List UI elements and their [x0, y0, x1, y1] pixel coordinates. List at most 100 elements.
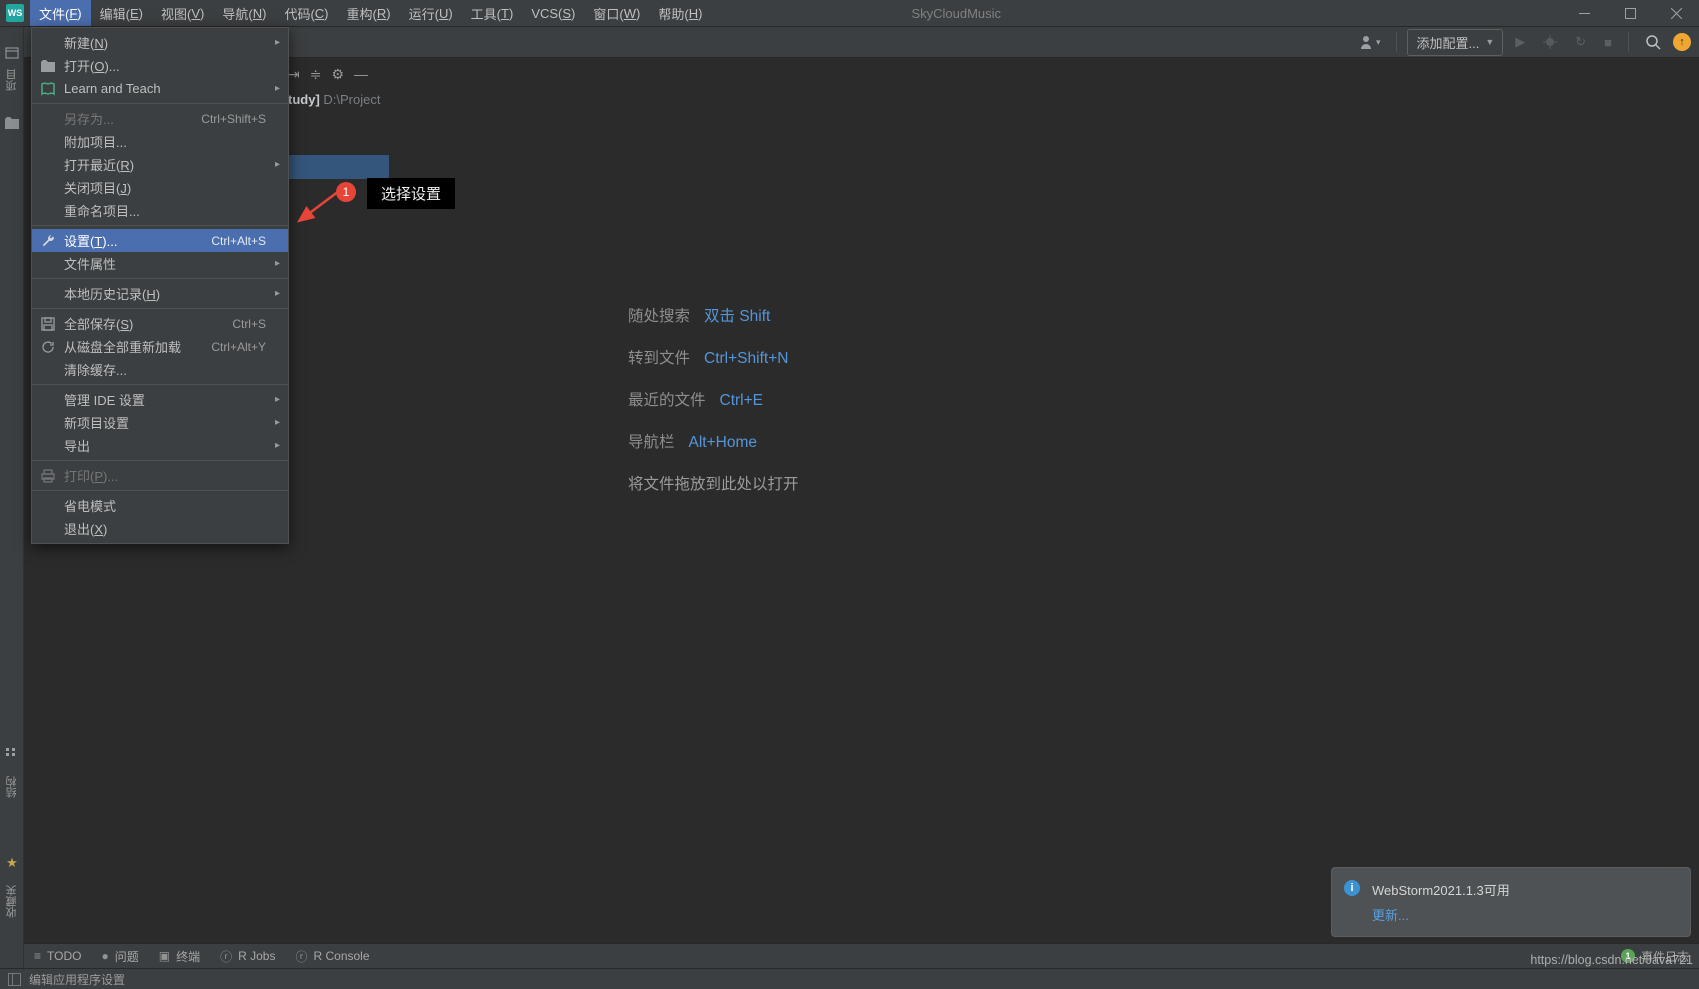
- favorites-tab-icon[interactable]: ★: [0, 851, 24, 875]
- toolwindow-quick-access-icon[interactable]: [8, 973, 21, 986]
- bottom-tab-todo[interactable]: ≡TODO: [34, 949, 81, 963]
- project-toolwindow-header: ⇥ ≑ ⚙ —: [288, 58, 391, 90]
- menu-item-另存为...[interactable]: 另存为...Ctrl+Shift+S: [32, 107, 288, 130]
- window-controls: [1561, 0, 1699, 26]
- menu-item-附加项目...[interactable]: 附加项目...: [32, 130, 288, 153]
- menu-separator: [32, 460, 288, 461]
- menu-item-退出[interactable]: 退出(X): [32, 517, 288, 540]
- menu-s[interactable]: VCS(S): [522, 0, 584, 26]
- wrench-icon: [40, 233, 56, 249]
- menu-separator: [32, 278, 288, 279]
- menu-item-打开[interactable]: 打开(O)...: [32, 54, 288, 77]
- bottom-tab-终端[interactable]: ▣终端: [159, 948, 200, 965]
- notification-update-link[interactable]: 更新...: [1372, 905, 1409, 924]
- tab-icon: ≡: [34, 949, 41, 963]
- update-notification[interactable]: i WebStorm2021.1.3可用 更新...: [1331, 867, 1691, 937]
- tab-icon: ▣: [159, 949, 170, 963]
- menu-e[interactable]: 编辑(E): [91, 0, 152, 26]
- annotation-label: 选择设置: [367, 178, 455, 209]
- left-tool-gutter: 项目 结构 ★ 收藏夹: [0, 27, 24, 968]
- close-button[interactable]: [1653, 0, 1699, 26]
- minimize-button[interactable]: [1561, 0, 1607, 26]
- welcome-drop-hint: 将文件拖放到此处以打开: [628, 464, 799, 506]
- menu-separator: [32, 308, 288, 309]
- menu-item-打开最近[interactable]: 打开最近(R)▸: [32, 153, 288, 176]
- menu-f[interactable]: 文件(F): [30, 0, 91, 26]
- menu-item-打印[interactable]: 打印(P)...: [32, 464, 288, 487]
- menu-item-从磁盘全部重新加载[interactable]: 从磁盘全部重新加载Ctrl+Alt+Y: [32, 335, 288, 358]
- run-button[interactable]: ▶: [1509, 32, 1531, 52]
- menu-item-导出[interactable]: 导出▸: [32, 434, 288, 457]
- menu-item-新建[interactable]: 新建(N)▸: [32, 31, 288, 54]
- run-config-selector[interactable]: 添加配置... ▼: [1407, 29, 1503, 56]
- menu-v[interactable]: 视图(V): [152, 0, 213, 26]
- annotation-number: 1: [336, 182, 356, 202]
- file-menu-dropdown: 新建(N)▸打开(O)...Learn and Teach▸ 另存为...Ctrl…: [31, 27, 289, 544]
- maximize-button[interactable]: [1607, 0, 1653, 26]
- stop-button[interactable]: ■: [1598, 33, 1618, 52]
- menu-item-设置[interactable]: 设置(T)...Ctrl+Alt+S: [32, 229, 288, 252]
- chevron-right-icon: ▸: [275, 440, 280, 451]
- menu-n[interactable]: 导航(N): [213, 0, 275, 26]
- menu-item-清除缓存...[interactable]: 清除缓存...: [32, 358, 288, 381]
- status-message: 编辑应用程序设置: [29, 971, 125, 988]
- book-icon: [40, 81, 56, 97]
- favorites-tab-label[interactable]: 收藏夹: [4, 885, 20, 918]
- shortcut-hint: Ctrl+E: [720, 380, 764, 422]
- project-tab-label[interactable]: 项目: [4, 69, 20, 91]
- print-icon: [40, 468, 56, 484]
- menu-item-learn-and-teach[interactable]: Learn and Teach▸: [32, 77, 288, 100]
- bottom-tab-问题[interactable]: ●问题: [101, 948, 138, 965]
- gear-icon[interactable]: ⚙: [331, 66, 344, 83]
- menu-u[interactable]: 运行(U): [400, 0, 462, 26]
- menu-separator: [32, 384, 288, 385]
- menu-item-全部保存[interactable]: 全部保存(S)Ctrl+S: [32, 312, 288, 335]
- chevron-right-icon: ▸: [275, 83, 280, 94]
- chevron-right-icon: ▸: [275, 258, 280, 269]
- chevron-right-icon: ▸: [275, 288, 280, 299]
- run-coverage-button[interactable]: ↻: [1569, 32, 1592, 52]
- structure-tab-label[interactable]: 结构: [4, 776, 20, 798]
- folder-tab-icon[interactable]: [0, 111, 24, 135]
- menu-item-重命名项目...[interactable]: 重命名项目...: [32, 199, 288, 222]
- bottom-tab-r-jobs[interactable]: ⓡR Jobs: [220, 948, 275, 965]
- structure-tab-icon[interactable]: [0, 742, 24, 766]
- chevron-right-icon: ▸: [275, 417, 280, 428]
- tab-icon: ⓡ: [295, 948, 307, 965]
- menu-item-新项目设置[interactable]: 新项目设置▸: [32, 411, 288, 434]
- menu-t[interactable]: 工具(T): [462, 0, 523, 26]
- bottom-tab-r-console[interactable]: ⓡR Console: [295, 948, 369, 965]
- breadcrumb: tudy] D:\Project: [288, 92, 380, 107]
- bottom-toolwindow-tabs: ≡TODO●问题▣终端ⓡR JobsⓡR Console1事件日志: [24, 943, 1699, 968]
- search-everywhere-icon[interactable]: [1639, 32, 1667, 52]
- menu-item-本地历史记录[interactable]: 本地历史记录(H)▸: [32, 282, 288, 305]
- menu-r[interactable]: 重构(R): [338, 0, 400, 26]
- menu-item-文件属性[interactable]: 文件属性▸: [32, 252, 288, 275]
- save-icon: [40, 316, 56, 332]
- hide-icon[interactable]: —: [354, 66, 368, 82]
- menu-item-管理-ide-设置[interactable]: 管理 IDE 设置▸: [32, 388, 288, 411]
- chevron-down-icon: ▼: [1485, 37, 1494, 47]
- reload-icon: [40, 339, 56, 355]
- breadcrumb-current: tudy]: [288, 92, 320, 107]
- expand-icon[interactable]: ⇥: [288, 66, 300, 83]
- chevron-right-icon: ▸: [275, 394, 280, 405]
- chevron-right-icon: ▸: [275, 37, 280, 48]
- window-title: SkyCloudMusic: [911, 6, 1001, 21]
- menu-separator: [32, 490, 288, 491]
- shortcut-hint: Alt+Home: [689, 422, 758, 464]
- project-tab-icon[interactable]: [0, 41, 24, 65]
- menu-c[interactable]: 代码(C): [275, 0, 337, 26]
- menubar: 文件(F)编辑(E)视图(V)导航(N)代码(C)重构(R)运行(U)工具(T)…: [30, 0, 711, 26]
- menu-item-省电模式[interactable]: 省电模式: [32, 494, 288, 517]
- app-logo: WS: [6, 4, 24, 22]
- user-icon[interactable]: ▾: [1354, 32, 1387, 52]
- menu-h[interactable]: 帮助(H): [649, 0, 711, 26]
- menu-w[interactable]: 窗口(W): [584, 0, 649, 26]
- debug-button[interactable]: [1537, 33, 1563, 51]
- ide-update-badge[interactable]: ↑: [1673, 33, 1691, 51]
- menu-item-关闭项目[interactable]: 关闭项目(J): [32, 176, 288, 199]
- notification-title: WebStorm2021.1.3可用: [1372, 880, 1654, 899]
- collapse-icon[interactable]: ≑: [310, 66, 322, 83]
- breadcrumb-path: D:\Project: [320, 92, 381, 107]
